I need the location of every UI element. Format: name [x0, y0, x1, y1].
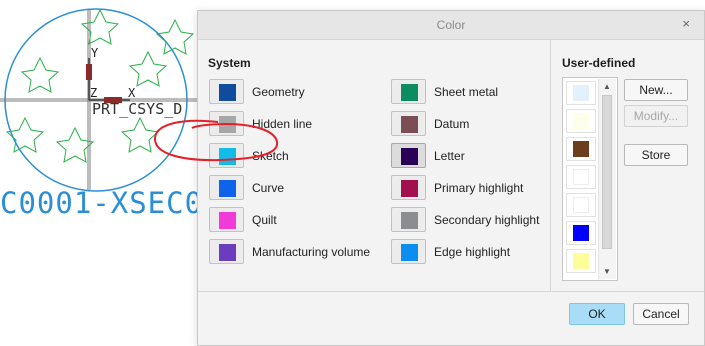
close-icon[interactable]: ×: [682, 16, 690, 31]
user-color-swatch: [573, 141, 589, 157]
csys-label: PRT_CSYS_D: [92, 100, 183, 118]
geometry-color-swatch: [219, 84, 236, 101]
footer-separator: [198, 291, 704, 292]
modify-color-button[interactable]: Modify...: [624, 105, 688, 127]
datum-label: Datum: [434, 117, 470, 131]
edge-highlight-label: Edge highlight: [434, 245, 511, 259]
scroll-down-icon[interactable]: ▼: [603, 267, 611, 276]
letter-color-button[interactable]: [391, 143, 426, 168]
edge-highlight-color-swatch: [401, 244, 418, 261]
user-color-cell[interactable]: [566, 221, 596, 245]
cancel-button[interactable]: Cancel: [633, 303, 689, 325]
user-color-swatch: [573, 197, 589, 213]
edge-highlight-color-button[interactable]: [391, 239, 426, 264]
color-dialog: Color × System Geometry Hidden line Sket…: [197, 10, 705, 346]
manufacturing-volume-label: Manufacturing volume: [252, 245, 371, 259]
user-color-cell[interactable]: [566, 193, 596, 217]
primary-highlight-label: Primary highlight: [434, 181, 524, 195]
user-color-swatch: [573, 113, 589, 129]
manufacturing-volume-color-button[interactable]: [209, 239, 244, 264]
curve-color-button[interactable]: [209, 175, 244, 200]
manufacturing-volume-color-swatch: [219, 244, 236, 261]
section-divider: [550, 39, 551, 291]
geometry-color-button[interactable]: [209, 79, 244, 104]
user-color-cell[interactable]: [566, 249, 596, 273]
datum-color-button[interactable]: [391, 111, 426, 136]
dialog-title: Color: [436, 18, 466, 32]
dialog-titlebar[interactable]: Color ×: [198, 11, 704, 40]
user-color-swatch: [573, 169, 589, 185]
y-axis-label: Y: [91, 46, 99, 60]
scroll-up-icon[interactable]: ▲: [603, 82, 611, 91]
x-axis-label: X: [128, 86, 136, 100]
user-color-swatch: [573, 85, 589, 101]
geometry-label: Geometry: [252, 85, 305, 99]
system-section-title: System: [208, 56, 251, 70]
primary-highlight-color-swatch: [401, 180, 418, 197]
secondary-highlight-label: Secondary highlight: [434, 213, 540, 227]
annotation-circle: [153, 119, 279, 162]
user-color-swatch: [573, 225, 589, 241]
letter-label: Letter: [434, 149, 465, 163]
sheet-metal-label: Sheet metal: [434, 85, 499, 99]
user-color-scrollbar[interactable]: ▲ ▼: [598, 79, 616, 279]
curve-color-swatch: [219, 180, 236, 197]
user-defined-color-list[interactable]: ▲ ▼: [562, 77, 618, 281]
xsec-label: C0001-XSEC0: [0, 186, 204, 220]
quilt-color-swatch: [219, 212, 236, 229]
store-color-button[interactable]: Store: [624, 144, 688, 166]
new-color-button[interactable]: New...: [624, 79, 688, 101]
user-defined-section-title: User-defined: [562, 56, 636, 70]
user-color-cell[interactable]: [566, 81, 596, 105]
sheet-metal-color-button[interactable]: [391, 79, 426, 104]
curve-label: Curve: [252, 181, 285, 195]
primary-highlight-color-button[interactable]: [391, 175, 426, 200]
quilt-label: Quilt: [252, 213, 277, 227]
datum-color-swatch: [401, 116, 418, 133]
user-color-cell[interactable]: [566, 137, 596, 161]
z-axis-label: Z: [90, 86, 98, 100]
user-color-cell[interactable]: [566, 109, 596, 133]
user-color-swatch: [573, 253, 589, 269]
letter-color-swatch: [401, 148, 418, 165]
ok-button[interactable]: OK: [569, 303, 625, 325]
secondary-highlight-color-swatch: [401, 212, 418, 229]
user-color-cell[interactable]: [566, 165, 596, 189]
sheet-metal-color-swatch: [401, 84, 418, 101]
quilt-color-button[interactable]: [209, 207, 244, 232]
secondary-highlight-color-button[interactable]: [391, 207, 426, 232]
scrollbar-thumb[interactable]: [602, 95, 612, 249]
